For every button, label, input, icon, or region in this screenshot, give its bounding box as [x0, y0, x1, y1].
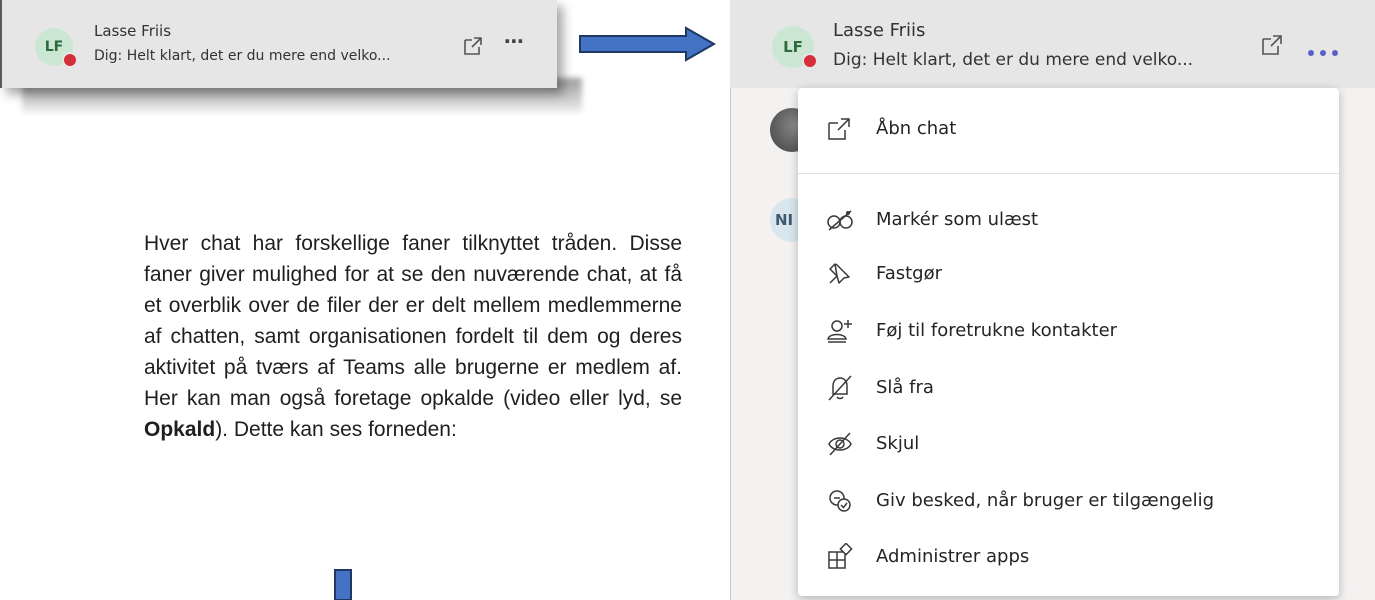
manage-apps-icon	[826, 542, 856, 573]
contact-name: Lasse Friis	[833, 20, 926, 41]
menu-divider	[798, 173, 1339, 174]
avatar-initials: NI	[775, 211, 794, 229]
description-paragraph: Hver chat har forskellige faner tilknytt…	[144, 228, 682, 445]
last-message-preview: Dig: Helt klart, det er du mere end velk…	[94, 48, 391, 64]
menu-item-label: Skjul	[876, 433, 920, 454]
more-options-icon[interactable]	[1307, 42, 1339, 56]
menu-item-notify-available[interactable]: Giv besked, når bruger er tilgængelig	[798, 479, 1339, 523]
menu-item-label: Føj til foretrukne kontakter	[876, 320, 1118, 341]
mark-unread-icon	[826, 208, 856, 238]
menu-item-label: Åbn chat	[876, 118, 957, 139]
menu-item-label: Slå fra	[876, 377, 934, 398]
busy-status-icon	[62, 52, 78, 68]
menu-item-hide[interactable]: Skjul	[798, 422, 1339, 466]
hide-icon	[826, 430, 856, 460]
paragraph-text-1: Hver chat har forskellige faner tilknytt…	[144, 232, 682, 410]
down-arrow-icon	[334, 569, 352, 600]
menu-item-add-favorite-contact[interactable]: Føj til foretrukne kontakter	[798, 309, 1339, 353]
chat-list-item-header[interactable]: LF Lasse Friis Dig: Helt klart, det er d…	[730, 0, 1375, 88]
menu-item-mark-unread[interactable]: Markér som ulæst	[798, 198, 1339, 242]
add-contact-icon	[826, 317, 856, 347]
menu-item-label: Giv besked, når bruger er tilgængelig	[876, 490, 1215, 511]
notify-available-icon	[826, 487, 856, 517]
last-message-preview: Dig: Helt klart, det er du mere end velk…	[833, 50, 1194, 70]
more-options-icon[interactable]: ⋯	[504, 29, 525, 53]
chat-preview-screenshot: LF Lasse Friis Dig: Helt klart, det er d…	[0, 0, 585, 125]
popout-icon[interactable]	[462, 35, 484, 57]
menu-item-pin[interactable]: Fastgør	[798, 252, 1339, 296]
popout-icon	[826, 116, 856, 146]
chat-list-item[interactable]: LF Lasse Friis Dig: Helt klart, det er d…	[0, 0, 557, 88]
opkald-reference: Opkald	[144, 418, 216, 441]
menu-item-mute[interactable]: Slå fra	[798, 366, 1339, 410]
paragraph-text-2: ). Dette kan ses forneden:	[215, 418, 457, 441]
mute-bell-icon	[826, 374, 856, 404]
contact-name: Lasse Friis	[94, 22, 172, 40]
popout-icon[interactable]	[1260, 33, 1284, 57]
right-arrow-icon	[579, 26, 716, 62]
avatar-initials: LF	[783, 38, 803, 56]
pin-icon	[826, 261, 856, 291]
menu-item-manage-apps[interactable]: Administrer apps	[798, 535, 1339, 579]
menu-item-label: Administrer apps	[876, 546, 1030, 567]
menu-item-label: Fastgør	[876, 263, 943, 284]
menu-item-open-chat[interactable]: Åbn chat	[798, 108, 1339, 152]
busy-status-icon	[802, 53, 818, 69]
avatar-initials: LF	[44, 39, 64, 55]
menu-item-label: Markér som ulæst	[876, 209, 1039, 230]
